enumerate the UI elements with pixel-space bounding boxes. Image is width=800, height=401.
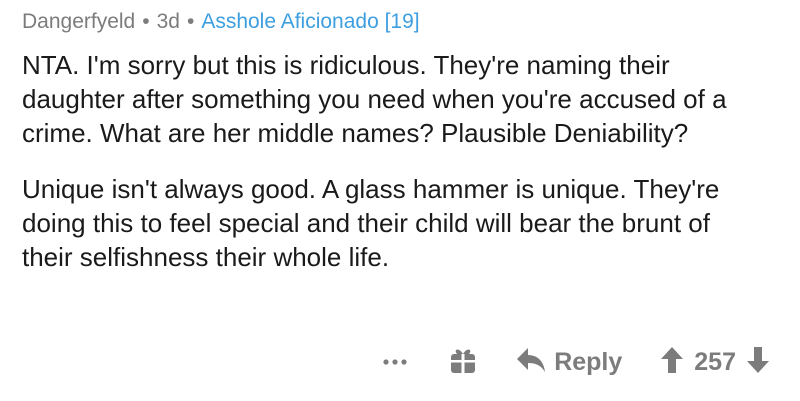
meta-separator: • [186,10,195,33]
vote-controls: 257 [660,346,770,379]
more-options-button[interactable] [380,347,410,377]
upvote-button[interactable] [660,346,684,379]
reply-label: Reply [554,347,623,376]
vote-score: 257 [694,347,736,376]
ellipsis-icon [382,358,408,366]
award-button[interactable] [448,345,478,380]
reply-arrow-icon [516,347,546,378]
meta-separator: • [142,10,150,33]
up-arrow-icon [660,346,684,379]
comment-meta: Dangerfyeld • 3d • Asshole Aficionado [19] [22,8,782,36]
reply-button[interactable]: Reply [516,347,622,378]
comment-actions: Reply 257 [380,340,770,384]
comment-paragraph: Unique isn't always good. A glass hammer… [22,174,720,272]
comment-body: NTA. I'm sorry but this is ridiculous. T… [22,48,782,274]
user-flair: Asshole Aficionado [19] [201,10,420,33]
gift-icon [448,345,478,380]
comment-author[interactable]: Dangerfyeld [22,10,135,33]
comment: Dangerfyeld • 3d • Asshole Aficionado [19] N… [22,8,782,296]
comment-age: 3d [156,10,180,33]
down-arrow-icon [746,346,770,379]
downvote-button[interactable] [746,346,770,379]
comment-paragraph: NTA. I'm sorry but this is ridiculous. T… [22,50,727,148]
